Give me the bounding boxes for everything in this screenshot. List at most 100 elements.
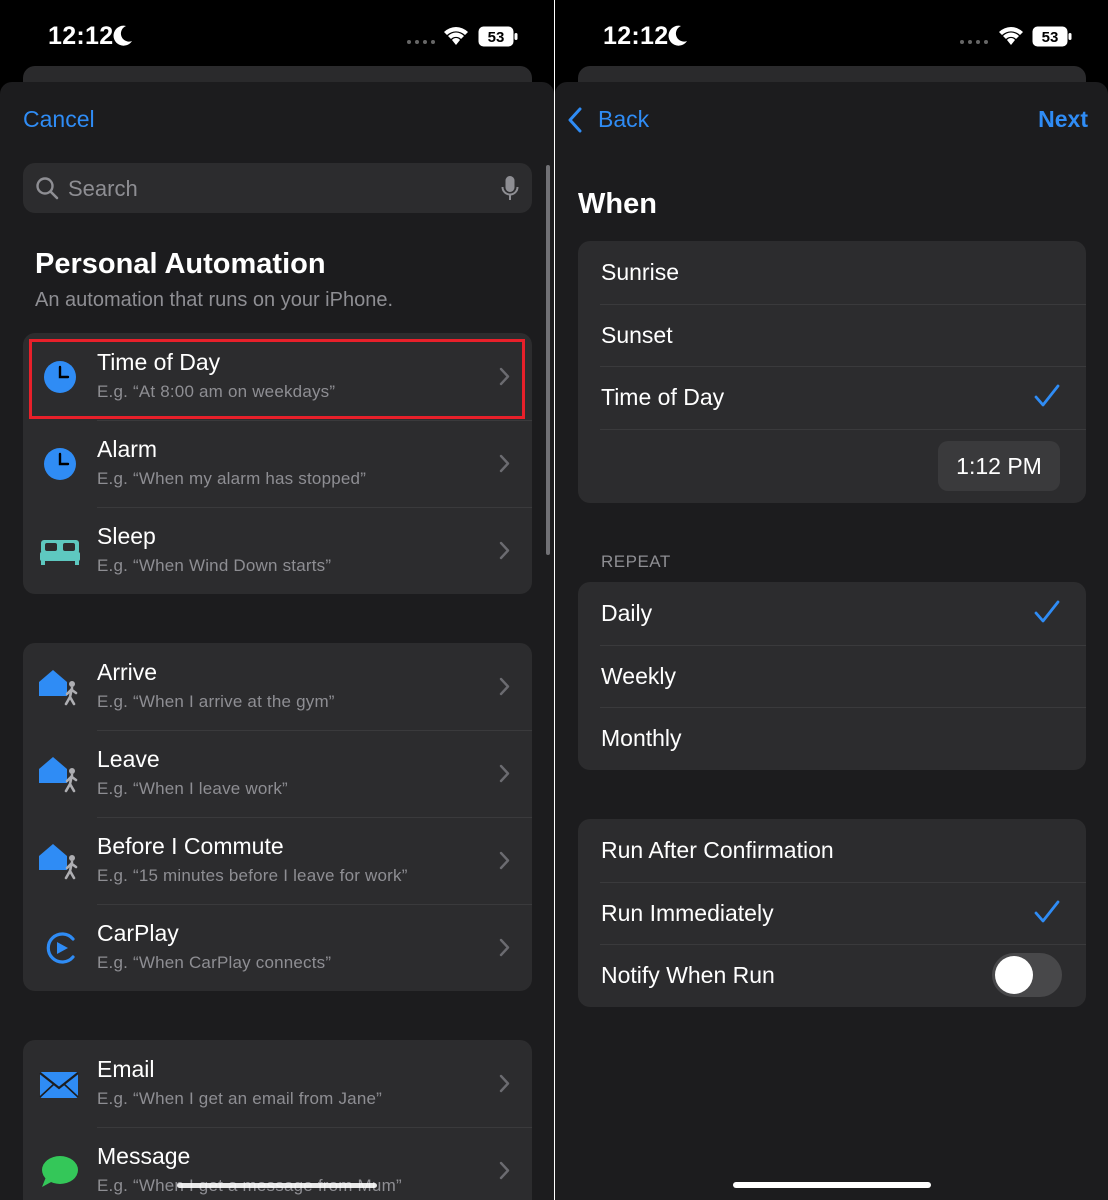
trigger-before-commute[interactable]: Before I Commute E.g. “15 minutes before…: [23, 817, 532, 904]
notify-when-run-row: Notify When Run: [578, 944, 1086, 1007]
when-options-group: Sunrise Sunset Time of Day 1:12 PM: [578, 241, 1086, 503]
signal-dots-icon: [407, 40, 435, 44]
wifi-icon: [999, 27, 1023, 45]
search-icon: [36, 177, 59, 200]
signal-dots-icon: [960, 40, 988, 44]
time-picker-row: 1:12 PM: [578, 428, 1086, 503]
when-title: When: [578, 188, 657, 220]
trigger-email[interactable]: Email E.g. “When I get an email from Jan…: [23, 1040, 532, 1127]
home-commute-icon: [39, 844, 78, 880]
trigger-title: Sleep: [97, 523, 156, 549]
option-sunset[interactable]: Sunset: [578, 303, 1086, 367]
chevron-right-icon: [499, 677, 510, 696]
trigger-group-time: Time of Day E.g. “At 8:00 am on weekdays…: [23, 333, 532, 594]
chevron-right-icon: [499, 454, 510, 473]
status-bar: 12:12 53: [0, 0, 554, 70]
search-bar[interactable]: Search: [23, 163, 532, 213]
option-time-of-day[interactable]: Time of Day: [578, 366, 1086, 429]
trigger-subtitle: E.g. “When I leave work”: [97, 779, 288, 798]
trigger-title: Arrive: [97, 659, 158, 685]
chevron-right-icon: [499, 367, 510, 386]
run-after-confirmation[interactable]: Run After Confirmation: [578, 819, 1086, 882]
back-label: Back: [598, 106, 650, 132]
trigger-subtitle: E.g. “When I get an email from Jane”: [97, 1089, 382, 1108]
trigger-title: Leave: [97, 746, 160, 772]
trigger-title: CarPlay: [97, 920, 179, 946]
home-leave-icon: [39, 757, 78, 793]
carplay-icon: [46, 932, 75, 964]
battery-icon: 53: [1032, 26, 1072, 47]
trigger-sleep[interactable]: Sleep E.g. “When Wind Down starts”: [23, 507, 532, 594]
option-label: Sunrise: [601, 259, 679, 285]
trigger-arrive[interactable]: Arrive E.g. “When I arrive at the gym”: [23, 643, 532, 730]
trigger-group-communication: Email E.g. “When I get an email from Jan…: [23, 1040, 532, 1200]
repeat-options-group: Daily Weekly Monthly: [578, 582, 1086, 770]
trigger-time-of-day[interactable]: Time of Day E.g. “At 8:00 am on weekdays…: [23, 333, 532, 420]
trigger-message[interactable]: Message E.g. “When I get a message from …: [23, 1127, 532, 1200]
chevron-right-icon: [499, 764, 510, 783]
home-indicator[interactable]: [177, 1183, 377, 1188]
trigger-subtitle: E.g. “At 8:00 am on weekdays”: [97, 382, 336, 401]
repeat-weekly[interactable]: Weekly: [578, 644, 1086, 708]
trigger-title: Email: [97, 1056, 155, 1082]
alarm-clock-icon: [44, 448, 76, 480]
trigger-alarm[interactable]: Alarm E.g. “When my alarm has stopped”: [23, 420, 532, 507]
battery-icon: 53: [478, 26, 518, 47]
notify-toggle[interactable]: [992, 953, 1062, 997]
trigger-subtitle: E.g. “When Wind Down starts”: [97, 556, 332, 575]
status-bar: 12:12 53: [555, 0, 1108, 70]
chevron-right-icon: [499, 938, 510, 957]
wifi-icon: [444, 27, 468, 45]
phone-left: 12:12 53 Cancel Search Personal Automati…: [0, 0, 554, 1200]
back-button[interactable]: Back: [567, 106, 649, 133]
repeat-monthly[interactable]: Monthly: [578, 707, 1086, 770]
microphone-icon[interactable]: [501, 175, 519, 202]
time-picker-button[interactable]: 1:12 PM: [938, 440, 1060, 491]
trigger-subtitle: E.g. “When my alarm has stopped”: [97, 469, 367, 488]
checkmark-icon: [1034, 900, 1060, 922]
toggle-knob: [995, 956, 1033, 994]
checkmark-icon: [1034, 384, 1060, 407]
section-subtitle: An automation that runs on your iPhone.: [35, 289, 394, 311]
phone-right: 12:12 53 Back Next When Sunrise Sunset T…: [555, 0, 1108, 1200]
chevron-right-icon: [499, 1161, 510, 1180]
home-indicator[interactable]: [733, 1182, 931, 1188]
trigger-title: Message: [97, 1143, 191, 1169]
envelope-icon: [39, 1072, 79, 1098]
run-options-group: Run After Confirmation Run Immediately N…: [578, 819, 1086, 1007]
run-immediately[interactable]: Run Immediately: [578, 881, 1086, 945]
moon-icon: [668, 25, 687, 46]
trigger-carplay[interactable]: CarPlay E.g. “When CarPlay connects”: [23, 904, 532, 991]
chevron-right-icon: [499, 851, 510, 870]
battery-level: 53: [488, 29, 505, 46]
option-sunrise[interactable]: Sunrise: [578, 241, 1086, 304]
home-arrive-icon: [39, 670, 78, 706]
clock-icon: [44, 361, 76, 393]
trigger-group-location: Arrive E.g. “When I arrive at the gym” L…: [23, 643, 532, 991]
search-input[interactable]: Search: [68, 176, 138, 202]
chevron-right-icon: [499, 1074, 510, 1093]
option-label: Run After Confirmation: [601, 837, 834, 863]
option-label: Notify When Run: [601, 962, 775, 988]
option-label: Sunset: [601, 321, 673, 348]
trigger-title: Alarm: [97, 436, 158, 462]
option-label: Daily: [601, 600, 653, 626]
trigger-subtitle: E.g. “When I arrive at the gym”: [97, 692, 335, 711]
cancel-button[interactable]: Cancel: [23, 106, 95, 133]
message-bubble-icon: [42, 1156, 78, 1187]
trigger-subtitle: E.g. “When CarPlay connects”: [97, 953, 332, 972]
section-title: Personal Automation: [35, 248, 326, 280]
scroll-indicator[interactable]: [546, 165, 550, 555]
option-label: Run Immediately: [601, 899, 774, 926]
trigger-leave[interactable]: Leave E.g. “When I leave work”: [23, 730, 532, 817]
next-button[interactable]: Next: [1038, 106, 1088, 133]
repeat-daily[interactable]: Daily: [578, 582, 1086, 645]
trigger-subtitle: E.g. “15 minutes before I leave for work…: [97, 866, 408, 885]
checkmark-icon: [1034, 600, 1060, 623]
status-time: 12:12: [603, 22, 669, 50]
status-time: 12:12: [48, 22, 114, 50]
chevron-left-icon: [568, 107, 582, 132]
battery-level: 53: [1042, 29, 1059, 46]
moon-icon: [113, 25, 132, 46]
bed-icon: [40, 540, 80, 565]
